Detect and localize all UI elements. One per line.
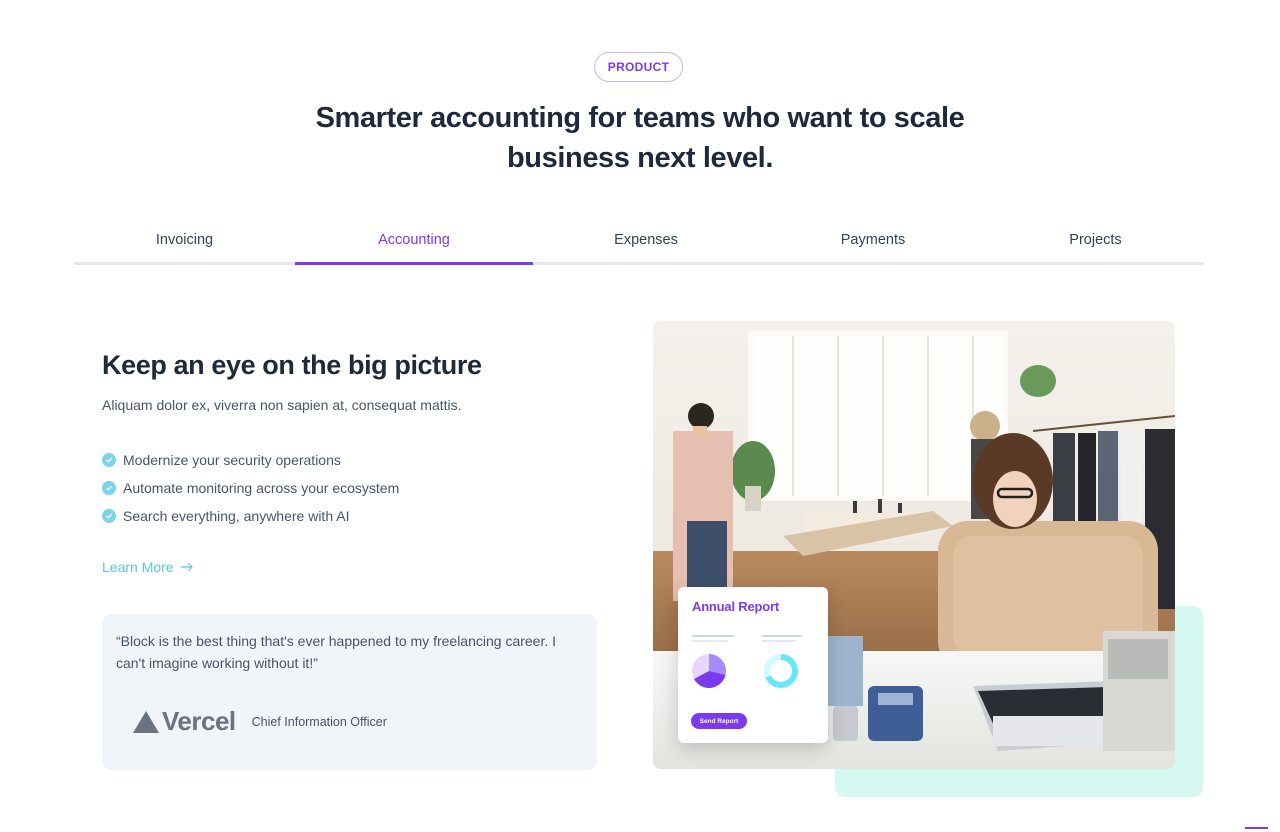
feature-label: Modernize your security operations <box>123 452 341 468</box>
arrow-right-icon <box>179 559 194 575</box>
feature-item: Search everything, anywhere with AI <box>102 502 602 530</box>
check-icon <box>102 481 116 495</box>
send-report-button[interactable]: Send Report <box>691 713 747 729</box>
author-role: Chief Information Officer <box>251 714 387 729</box>
check-icon <box>102 453 116 467</box>
feature-label: Search everything, anywhere with AI <box>123 508 350 524</box>
report-title: Annual Report <box>692 599 779 614</box>
tab-accounting[interactable]: Accounting <box>295 222 533 265</box>
pie-chart-icon <box>692 654 726 688</box>
section-subtitle: Aliquam dolor ex, viverra non sapien at,… <box>102 397 462 413</box>
testimonial-card: “Block is the best thing that's ever hap… <box>102 614 597 770</box>
donut-chart-icon <box>764 654 798 688</box>
page-headline: Smarter accounting for teams who want to… <box>315 102 965 174</box>
feature-label: Automate monitoring across your ecosyste… <box>123 480 400 496</box>
tab-projects[interactable]: Projects <box>987 222 1204 265</box>
testimonial-author: Vercel Chief Information Officer <box>132 706 387 737</box>
annual-report-card: Annual Report Send Report <box>678 587 828 743</box>
product-badge: PRODUCT <box>594 52 683 82</box>
vercel-logo: Vercel <box>132 706 236 737</box>
product-tabs: Invoicing Accounting Expenses Payments P… <box>74 222 1204 265</box>
section-title: Keep an eye on the big picture <box>102 350 482 380</box>
learn-more-label: Learn More <box>102 559 174 575</box>
check-icon <box>102 509 116 523</box>
report-placeholder-lines <box>692 635 816 655</box>
feature-list: Modernize your security operations Autom… <box>102 446 602 530</box>
active-tab-indicator <box>295 262 533 265</box>
feature-item: Modernize your security operations <box>102 446 602 474</box>
testimonial-quote: “Block is the best thing that's ever hap… <box>116 633 557 671</box>
vercel-logo-wordmark: Vercel <box>162 706 236 736</box>
tab-invoicing[interactable]: Invoicing <box>74 222 295 265</box>
feature-item: Automate monitoring across your ecosyste… <box>102 474 602 502</box>
decorative-dash <box>1245 827 1268 829</box>
learn-more-link[interactable]: Learn More <box>102 559 194 575</box>
tab-payments[interactable]: Payments <box>759 222 987 265</box>
tab-expenses[interactable]: Expenses <box>533 222 759 265</box>
